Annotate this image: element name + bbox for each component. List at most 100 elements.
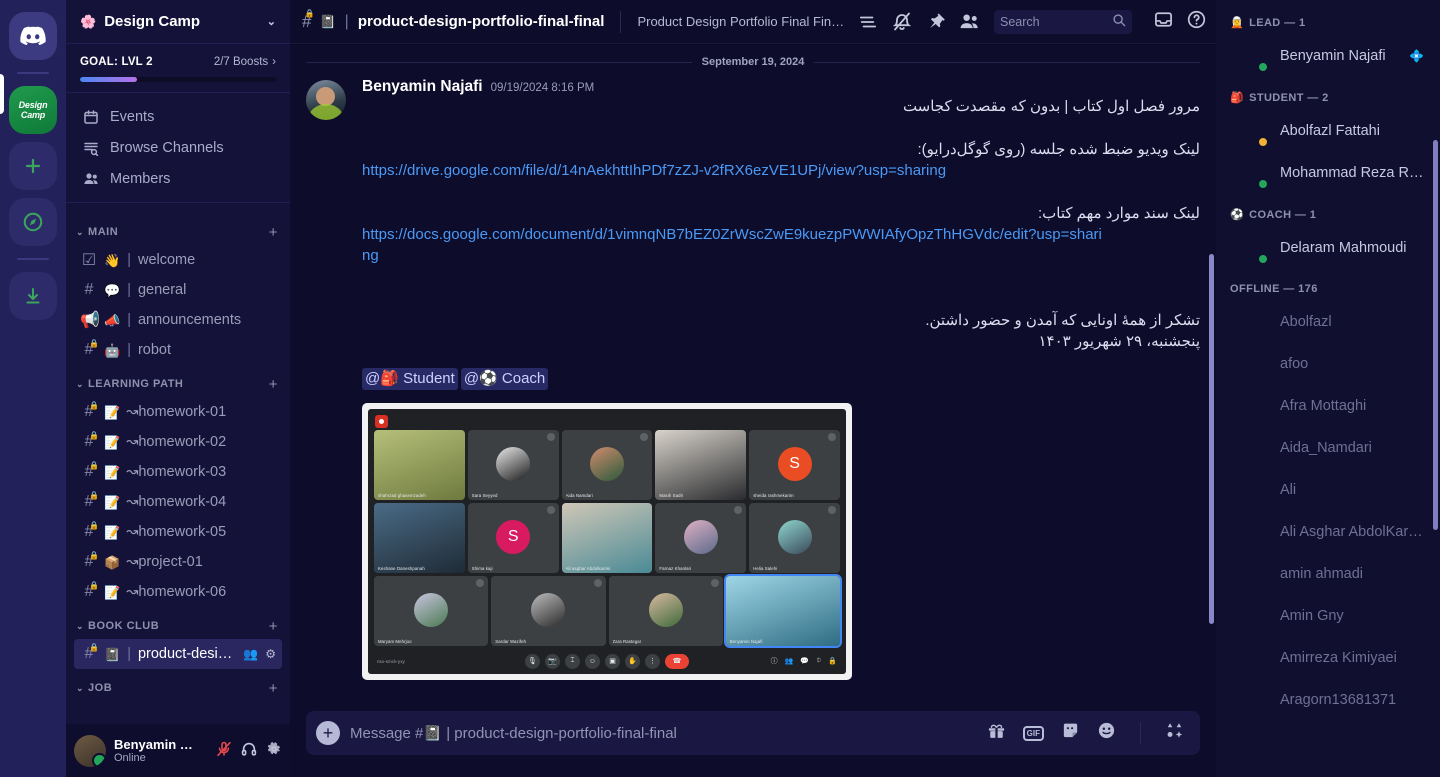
search-input[interactable]: Search — [994, 9, 1132, 34]
user-panel-meta[interactable]: Benyamin … Online — [114, 737, 208, 764]
avatar[interactable] — [74, 734, 106, 767]
mention-student[interactable]: @🎒 Student — [362, 368, 458, 390]
lock-icon: 🔒 — [89, 551, 99, 560]
member-row[interactable]: Ali Asghar AbdolKari… — [1228, 511, 1432, 553]
headset-icon[interactable] — [241, 741, 257, 761]
meet-participant-tile: Ssheida rashmekarim — [749, 430, 840, 500]
attach-file-button[interactable]: + — [316, 721, 340, 745]
channel-item-homework-04[interactable]: # 🔒 📝 ↝homework-04 — [74, 487, 282, 517]
member-list[interactable]: 🧝 LEAD — 1 Benyamin Najafi 💠 🎒 STUDENT — 2 Abo… — [1216, 0, 1440, 721]
help-icon[interactable] — [1187, 10, 1206, 34]
channel-list[interactable]: ⌄ MAIN + ☑ 👋 | welcome # 💬 | general 📢 📣 | announcemen… — [66, 203, 290, 724]
message-link-docs[interactable]: https://docs.google.com/document/d/1vimn… — [362, 224, 1107, 266]
member-row[interactable]: Aragorn13681371 — [1228, 679, 1432, 721]
channel-item-project-01[interactable]: # 🔒 📦 ↝project-01 — [74, 547, 282, 577]
group-emoji: 🎒 — [1230, 92, 1245, 104]
server-icon-design-camp[interactable]: Design Camp — [9, 86, 57, 134]
announcement-channel-icon: 📢 — [80, 312, 100, 329]
channel-item-product-desi[interactable]: # 🔒 📓 | product-desi… 👥 ⚙ — [74, 639, 282, 669]
member-row[interactable]: Benyamin Najafi 💠 — [1228, 35, 1432, 77]
add-channel-icon[interactable]: + — [269, 376, 278, 393]
notification-muted-icon[interactable] — [892, 12, 912, 31]
member-row[interactable]: Delaram Mahmoudi — [1228, 227, 1432, 269]
mic-muted-icon[interactable] — [216, 741, 232, 761]
meet-chat-icon: 💬 — [800, 658, 810, 665]
channel-name: announcements — [137, 312, 242, 328]
download-apps-button[interactable] — [9, 272, 57, 320]
channel-category-book-club[interactable]: ⌄ BOOK CLUB + — [74, 613, 282, 639]
channel-category-job[interactable]: ⌄ JOB + — [74, 675, 282, 701]
add-server-button[interactable] — [9, 142, 57, 190]
member-row[interactable]: Abolfazl — [1228, 301, 1432, 343]
pinned-messages-icon[interactable] — [926, 12, 945, 31]
member-row[interactable]: Amirreza Kimiyaei — [1228, 637, 1432, 679]
settings-gear-icon[interactable] — [266, 741, 282, 761]
meet-avatar — [531, 592, 566, 627]
channel-name: ↝homework-06 — [126, 584, 227, 600]
channel-item-homework-03[interactable]: # 🔒 📝 ↝homework-03 — [74, 457, 282, 487]
sidebar-item-browse-channels[interactable]: Browse Channels — [74, 132, 282, 163]
meet-reaction-icon: ☺ — [585, 653, 600, 669]
channel-emoji: 🤖 — [104, 342, 121, 358]
channel-emoji: 📦 — [104, 554, 121, 570]
add-channel-icon[interactable]: + — [269, 680, 278, 697]
add-channel-icon[interactable]: + — [269, 618, 278, 635]
channel-emoji: 📝 — [104, 584, 121, 600]
message-input[interactable]: + Message #📓 | product-design-portfolio-… — [306, 711, 1200, 755]
channel-item-robot[interactable]: # 🔒 🤖 | robot — [74, 335, 282, 365]
sidebar-item-events[interactable]: Events — [74, 101, 282, 132]
server-header-dropdown[interactable]: 🌸 Design Camp ⌄ — [66, 0, 290, 44]
mention-coach-label: Coach — [501, 370, 546, 387]
member-row[interactable]: Mohammad Reza Ra… — [1228, 152, 1432, 194]
create-invite-icon[interactable]: 👥 — [243, 647, 258, 661]
threads-icon[interactable] — [858, 13, 878, 31]
meet-control-buttons: 🎙 📷 ⌶ ☺ ▣ ✋ ⋮ ☎ — [525, 653, 689, 669]
apps-icon[interactable] — [1165, 721, 1184, 745]
member-row[interactable]: Afra Mottaghi — [1228, 385, 1432, 427]
sidebar-item-members[interactable]: Members — [74, 163, 282, 194]
inbox-icon[interactable] — [1154, 10, 1173, 34]
channel-item-announcements[interactable]: 📢 📣 | announcements — [74, 305, 282, 335]
channel-category-main[interactable]: ⌄ MAIN + — [74, 219, 282, 245]
meet-participant-name: Maryam Mehrjoo — [378, 639, 412, 644]
channel-item-homework-02[interactable]: # 🔒 📝 ↝homework-02 — [74, 427, 282, 457]
member-row[interactable]: Ali — [1228, 469, 1432, 511]
message-scrollbar[interactable] — [1209, 254, 1214, 624]
member-list-scrollbar[interactable] — [1433, 140, 1438, 530]
meet-participant-tile: Keshane Daneshpanah — [374, 503, 465, 573]
add-channel-icon[interactable]: + — [269, 224, 278, 241]
home-button[interactable] — [9, 12, 57, 60]
message-link-drive[interactable]: https://drive.google.com/file/d/14nAekht… — [362, 160, 1200, 181]
message-author[interactable]: Benyamin Najafi — [362, 78, 483, 96]
server-boost-progress[interactable]: GOAL: LVL 2 2/7 Boosts › — [66, 44, 290, 93]
member-row[interactable]: Amin Gny — [1228, 595, 1432, 637]
member-row[interactable]: Aida_Namdari — [1228, 427, 1432, 469]
channel-settings-gear-icon[interactable]: ⚙ — [265, 647, 276, 661]
message-scroll-area[interactable]: September 19, 2024 Benyamin Najafi 09/19… — [290, 44, 1216, 711]
member-list-icon[interactable] — [959, 12, 980, 31]
channel-item-general[interactable]: # 💬 | general — [74, 275, 282, 305]
channel-topic[interactable]: Product Design Portfolio Final Final Mak… — [637, 14, 850, 29]
channel-item-homework-06[interactable]: # 🔒 📝 ↝homework-06 — [74, 577, 282, 607]
message-attachment-image[interactable]: shahrzad ghasemzadeh Sara Seyyed Aida Namd… — [362, 403, 852, 680]
channel-name: robot — [137, 342, 172, 358]
boost-count-label: 2/7 Boosts — [213, 56, 269, 68]
boost-count: 2/7 Boosts › — [214, 56, 276, 68]
channel-item-homework-05[interactable]: # 🔒 📝 ↝homework-05 — [74, 517, 282, 547]
channel-actions: 👥 ⚙ — [243, 647, 276, 661]
explore-servers-button[interactable] — [9, 198, 57, 246]
member-row[interactable]: Abolfazl Fattahi — [1228, 110, 1432, 152]
channel-category-learning-path[interactable]: ⌄ LEARNING PATH + — [74, 371, 282, 397]
member-row[interactable]: afoo — [1228, 343, 1432, 385]
sticker-icon[interactable] — [1061, 721, 1080, 745]
channel-item-welcome[interactable]: ☑ 👋 | welcome — [74, 245, 282, 275]
member-row[interactable]: amin ahmadi — [1228, 553, 1432, 595]
gif-icon[interactable]: GIF — [1022, 725, 1044, 741]
channel-item-homework-01[interactable]: # 🔒 📝 ↝homework-01 — [74, 397, 282, 427]
gift-icon[interactable] — [987, 721, 1006, 745]
avatar[interactable] — [306, 80, 346, 120]
emoji-icon[interactable] — [1097, 721, 1116, 745]
mention-coach[interactable]: @⚽ Coach — [460, 368, 549, 390]
message-text-line-1: مرور فصل اول کتاب | بدون که مقصدت کجاست — [902, 98, 1200, 115]
channel-emoji: 📝 — [104, 434, 121, 450]
